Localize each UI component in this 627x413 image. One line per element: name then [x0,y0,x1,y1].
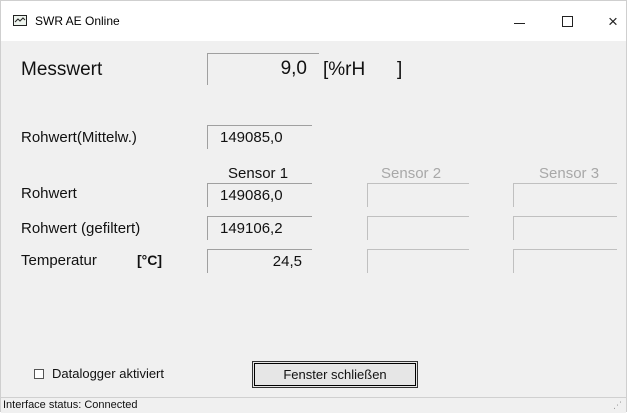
sensor-3-header: Sensor 3 [539,165,600,182]
filtered-raw-label: Rohwert (gefiltert) [21,220,141,237]
raw-mean-value-field: 149085,0 [207,125,312,149]
close-icon: × [608,11,618,31]
temperature-sensor-2 [367,249,469,273]
maximize-button[interactable] [545,1,589,41]
filtered-raw-sensor-1: 149106,2 [207,216,312,240]
measurement-unit-close: ] [397,59,403,80]
datalogger-checkbox[interactable] [34,369,44,379]
maximize-icon [561,15,573,27]
sensor-2-header: Sensor 2 [381,165,442,182]
monitor-chart-icon [13,15,27,26]
measurement-label: Messwert [21,59,103,80]
temperature-unit: [°C] [137,252,163,268]
status-bar: Interface status: Connected ⋰ [1,397,626,413]
raw-value-sensor-2 [367,183,469,207]
close-window-button[interactable]: × [591,1,627,41]
app-window: SWR AE Online × Messwert 9,0 [%rH ] Rohw… [0,0,627,413]
measurement-unit: [%rH [323,59,366,80]
filtered-raw-sensor-2 [367,216,469,240]
minimize-icon [513,22,525,24]
title-bar[interactable]: SWR AE Online × [1,1,626,41]
filtered-raw-sensor-3 [513,216,617,240]
datalogger-label[interactable]: Datalogger aktiviert [52,366,164,381]
minimize-button[interactable] [497,1,541,41]
raw-value-sensor-3 [513,183,617,207]
interface-status-text: Interface status: Connected [3,399,138,411]
temperature-sensor-1: 24,5 [207,249,312,273]
close-window-action-button[interactable]: Fenster schließen [252,361,418,388]
window-title: SWR AE Online [35,14,120,28]
sensor-1-header: Sensor 1 [228,165,289,182]
raw-mean-label: Rohwert(Mittelw.) [21,129,137,146]
measurement-value-field: 9,0 [207,53,319,85]
resize-grip-icon[interactable]: ⋰ [613,400,622,411]
temperature-sensor-3 [513,249,617,273]
temperature-label: Temperatur [21,252,97,269]
raw-value-sensor-1: 149086,0 [207,183,312,207]
raw-value-label: Rohwert [21,185,77,202]
